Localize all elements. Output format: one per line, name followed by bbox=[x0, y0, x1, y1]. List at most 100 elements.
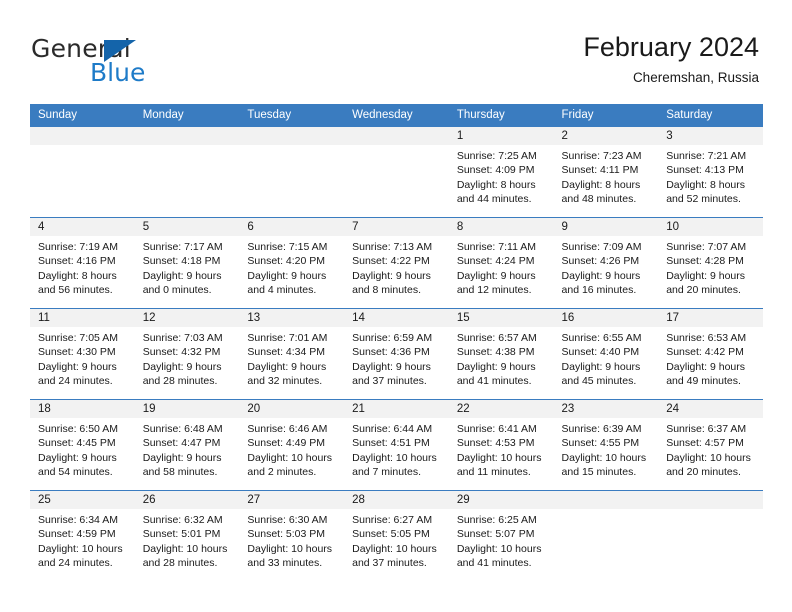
weekday-header-wednesday: Wednesday bbox=[344, 104, 449, 127]
calendar-day-cell[interactable]: 1 Sunrise: 7:25 AM Sunset: 4:09 PM Daylight… bbox=[448, 126, 554, 218]
day-number: 13 bbox=[239, 309, 345, 327]
calendar-day-cell-empty bbox=[658, 490, 763, 581]
calendar-day-cell[interactable]: 10 Sunrise: 7:07 AM Sunset: 4:28 PM Dayligh… bbox=[658, 217, 763, 309]
weekday-header-tuesday: Tuesday bbox=[239, 104, 345, 127]
day-number: 3 bbox=[658, 127, 763, 145]
day-cell-inner: 4 Sunrise: 7:19 AM Sunset: 4:16 PM Daylight… bbox=[30, 218, 135, 308]
calendar-day-cell[interactable]: 17 Sunrise: 6:53 AM Sunset: 4:42 PM Dayligh… bbox=[658, 308, 763, 400]
sunset-line: Sunset: 5:05 PM bbox=[352, 528, 430, 541]
day-cell-inner: 5 Sunrise: 7:17 AM Sunset: 4:18 PM Daylight… bbox=[134, 218, 240, 308]
calendar-day-cell[interactable]: 20 Sunrise: 6:46 AM Sunset: 4:49 PM Dayligh… bbox=[239, 399, 345, 491]
sunrise-line: Sunrise: 6:46 AM bbox=[247, 423, 328, 435]
day-cell-inner: 28 Sunrise: 6:27 AM Sunset: 5:05 PM Dayligh… bbox=[344, 491, 449, 581]
day-number: 12 bbox=[134, 309, 240, 327]
calendar-day-cell[interactable]: 3 Sunrise: 7:21 AM Sunset: 4:13 PM Daylight… bbox=[658, 126, 763, 218]
daylight-line-1: Daylight: 9 hours bbox=[142, 360, 222, 373]
day-number: 15 bbox=[448, 309, 554, 327]
calendar-week-row: 4 Sunrise: 7:19 AM Sunset: 4:16 PM Daylight… bbox=[30, 217, 763, 309]
calendar-day-cell[interactable]: 21 Sunrise: 6:44 AM Sunset: 4:51 PM Dayligh… bbox=[344, 399, 449, 491]
daylight-line-1: Daylight: 10 hours bbox=[38, 542, 123, 555]
calendar-day-cell[interactable]: 25 Sunrise: 6:34 AM Sunset: 4:59 PM Dayligh… bbox=[30, 490, 135, 581]
sunset-line: Sunset: 4:32 PM bbox=[142, 346, 221, 359]
day-number: 11 bbox=[30, 309, 135, 327]
calendar-day-cell[interactable]: 2 Sunrise: 7:23 AM Sunset: 4:11 PM Daylight… bbox=[553, 126, 659, 218]
calendar-day-cell[interactable]: 5 Sunrise: 7:17 AM Sunset: 4:18 PM Daylight… bbox=[134, 217, 240, 309]
calendar-day-cell[interactable]: 15 Sunrise: 6:57 AM Sunset: 4:38 PM Dayligh… bbox=[448, 308, 554, 400]
day-sun-info: Sunrise: 7:23 AM Sunset: 4:11 PM Daylight:… bbox=[554, 145, 659, 207]
day-number bbox=[134, 127, 240, 145]
sunrise-line: Sunrise: 6:50 AM bbox=[38, 423, 118, 435]
calendar-day-cell[interactable]: 7 Sunrise: 7:13 AM Sunset: 4:22 PM Daylight… bbox=[344, 217, 449, 309]
day-sun-info: Sunrise: 7:25 AM Sunset: 4:09 PM Daylight:… bbox=[449, 145, 554, 207]
daylight-line-2: and 2 minutes. bbox=[247, 466, 317, 479]
sunset-line: Sunset: 4:18 PM bbox=[142, 255, 221, 268]
day-sun-info: Sunrise: 6:59 AM Sunset: 4:36 PM Daylight:… bbox=[344, 327, 449, 389]
day-sun-info bbox=[344, 145, 449, 149]
calendar-day-cell[interactable]: 14 Sunrise: 6:59 AM Sunset: 4:36 PM Dayligh… bbox=[344, 308, 449, 400]
sunrise-line: Sunrise: 6:57 AM bbox=[456, 332, 537, 344]
day-sun-info: Sunrise: 6:30 AM Sunset: 5:03 PM Daylight:… bbox=[239, 509, 344, 571]
day-sun-info: Sunrise: 6:39 AM Sunset: 4:55 PM Daylight:… bbox=[554, 418, 659, 480]
daylight-line-1: Daylight: 9 hours bbox=[666, 269, 746, 282]
day-number: 4 bbox=[30, 218, 135, 236]
daylight-line-1: Daylight: 10 hours bbox=[142, 542, 228, 555]
daylight-line-1: Daylight: 9 hours bbox=[561, 269, 641, 282]
calendar-day-cell[interactable]: 16 Sunrise: 6:55 AM Sunset: 4:40 PM Dayligh… bbox=[553, 308, 659, 400]
day-sun-info: Sunrise: 6:57 AM Sunset: 4:38 PM Daylight:… bbox=[449, 327, 554, 389]
day-sun-info: Sunrise: 7:09 AM Sunset: 4:26 PM Daylight:… bbox=[554, 236, 659, 298]
daylight-line-2: and 54 minutes. bbox=[38, 466, 113, 479]
calendar-day-cell-empty bbox=[553, 490, 659, 581]
day-sun-info: Sunrise: 7:13 AM Sunset: 4:22 PM Daylight:… bbox=[344, 236, 449, 298]
day-sun-info: Sunrise: 7:05 AM Sunset: 4:30 PM Daylight:… bbox=[30, 327, 135, 389]
daylight-line-1: Daylight: 9 hours bbox=[456, 360, 536, 373]
day-number: 8 bbox=[448, 218, 554, 236]
day-sun-info: Sunrise: 6:55 AM Sunset: 4:40 PM Daylight:… bbox=[554, 327, 659, 389]
calendar-day-cell[interactable]: 19 Sunrise: 6:48 AM Sunset: 4:47 PM Dayligh… bbox=[134, 399, 240, 491]
calendar-day-cell[interactable]: 11 Sunrise: 7:05 AM Sunset: 4:30 PM Dayligh… bbox=[30, 308, 135, 400]
daylight-line-2: and 44 minutes. bbox=[456, 193, 532, 206]
calendar-day-cell[interactable]: 12 Sunrise: 7:03 AM Sunset: 4:32 PM Dayligh… bbox=[134, 308, 240, 400]
sunrise-line: Sunrise: 7:21 AM bbox=[666, 150, 747, 162]
calendar-day-cell[interactable]: 4 Sunrise: 7:19 AM Sunset: 4:16 PM Daylight… bbox=[30, 217, 135, 309]
calendar-day-cell[interactable]: 18 Sunrise: 6:50 AM Sunset: 4:45 PM Dayligh… bbox=[30, 399, 135, 491]
general-blue-logo[interactable]: General Blue bbox=[31, 36, 211, 88]
daylight-line-2: and 20 minutes. bbox=[666, 284, 741, 297]
day-number bbox=[344, 127, 449, 145]
day-cell-inner: 2 Sunrise: 7:23 AM Sunset: 4:11 PM Daylight… bbox=[553, 127, 659, 217]
day-number: 21 bbox=[344, 400, 449, 418]
calendar-page: General Blue February 2024 Cheremshan, R… bbox=[0, 0, 792, 612]
calendar-day-cell[interactable]: 9 Sunrise: 7:09 AM Sunset: 4:26 PM Daylight… bbox=[553, 217, 659, 309]
calendar-day-cell[interactable]: 26 Sunrise: 6:32 AM Sunset: 5:01 PM Dayligh… bbox=[134, 490, 240, 581]
sunrise-line: Sunrise: 7:19 AM bbox=[38, 241, 118, 253]
daylight-line-1: Daylight: 10 hours bbox=[247, 451, 333, 464]
day-cell-inner: 26 Sunrise: 6:32 AM Sunset: 5:01 PM Dayligh… bbox=[134, 491, 240, 581]
calendar-day-cell[interactable]: 13 Sunrise: 7:01 AM Sunset: 4:34 PM Dayligh… bbox=[239, 308, 345, 400]
daylight-line-1: Daylight: 9 hours bbox=[38, 360, 117, 373]
sunset-line: Sunset: 4:13 PM bbox=[666, 164, 744, 177]
day-sun-info: Sunrise: 6:32 AM Sunset: 5:01 PM Daylight:… bbox=[135, 509, 240, 571]
calendar-day-cell[interactable]: 23 Sunrise: 6:39 AM Sunset: 4:55 PM Dayligh… bbox=[553, 399, 659, 491]
calendar-day-cell[interactable]: 24 Sunrise: 6:37 AM Sunset: 4:57 PM Dayligh… bbox=[658, 399, 763, 491]
day-sun-info: Sunrise: 7:03 AM Sunset: 4:32 PM Daylight:… bbox=[135, 327, 240, 389]
calendar-day-cell[interactable]: 28 Sunrise: 6:27 AM Sunset: 5:05 PM Dayligh… bbox=[344, 490, 449, 581]
daylight-line-2: and 41 minutes. bbox=[456, 375, 532, 388]
sunrise-line: Sunrise: 6:27 AM bbox=[352, 514, 433, 526]
day-number: 9 bbox=[553, 218, 659, 236]
daylight-line-2: and 4 minutes. bbox=[247, 284, 317, 297]
sunset-line: Sunset: 4:49 PM bbox=[247, 437, 326, 450]
day-number: 25 bbox=[30, 491, 135, 509]
sunrise-line: Sunrise: 7:15 AM bbox=[247, 241, 328, 253]
sunrise-line: Sunrise: 7:23 AM bbox=[561, 150, 642, 162]
daylight-line-2: and 28 minutes. bbox=[142, 557, 218, 570]
day-cell-inner: 7 Sunrise: 7:13 AM Sunset: 4:22 PM Daylight… bbox=[344, 218, 449, 308]
day-cell-inner: 27 Sunrise: 6:30 AM Sunset: 5:03 PM Dayligh… bbox=[239, 491, 345, 581]
calendar-day-cell[interactable]: 29 Sunrise: 6:25 AM Sunset: 5:07 PM Dayligh… bbox=[448, 490, 554, 581]
sunset-line: Sunset: 4:30 PM bbox=[38, 346, 116, 359]
weekday-header-monday: Monday bbox=[134, 104, 240, 127]
day-sun-info: Sunrise: 6:53 AM Sunset: 4:42 PM Daylight:… bbox=[658, 327, 763, 389]
calendar-day-cell[interactable]: 22 Sunrise: 6:41 AM Sunset: 4:53 PM Dayligh… bbox=[448, 399, 554, 491]
calendar-day-cell[interactable]: 6 Sunrise: 7:15 AM Sunset: 4:20 PM Daylight… bbox=[239, 217, 345, 309]
sunrise-line: Sunrise: 6:44 AM bbox=[352, 423, 433, 435]
calendar-day-cell[interactable]: 27 Sunrise: 6:30 AM Sunset: 5:03 PM Dayligh… bbox=[239, 490, 345, 581]
calendar-day-cell[interactable]: 8 Sunrise: 7:11 AM Sunset: 4:24 PM Daylight… bbox=[448, 217, 554, 309]
